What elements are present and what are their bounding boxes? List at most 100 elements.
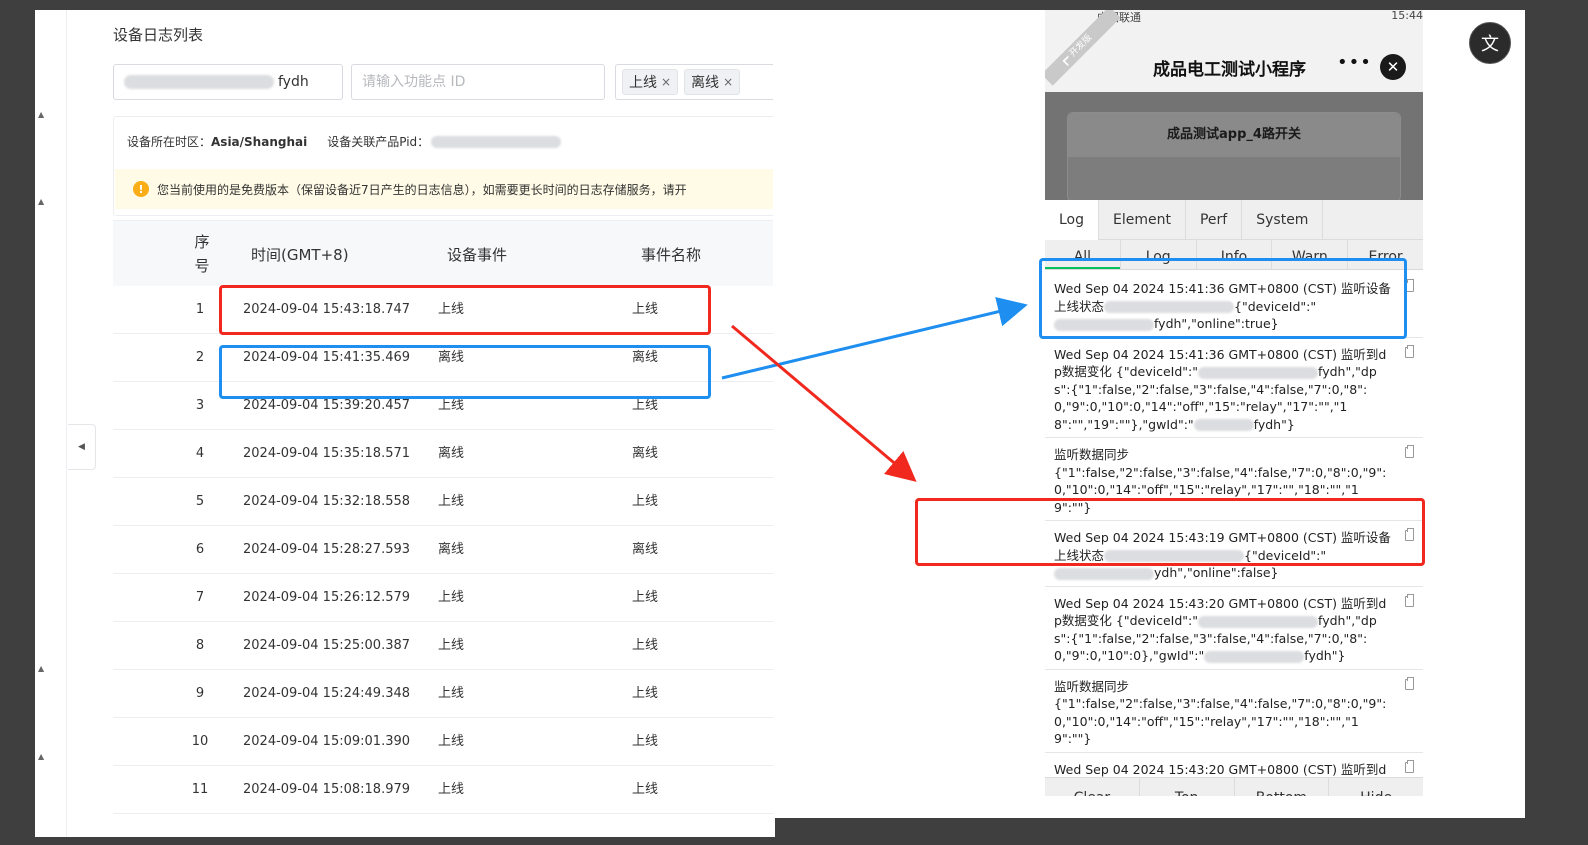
app-content-area: 成品测试app_4路开关 — [1045, 92, 1423, 202]
device-info-box: 设备所在时区： Asia/Shanghai 设备关联产品Pid： ! 您当前使用… — [113, 116, 775, 216]
warning-text: 您当前使用的是免费版本（保留设备近7日产生的日志信息），如需要更长时间的日志存储… — [157, 182, 687, 197]
log-text: fydh"} — [1304, 648, 1346, 663]
log-entry[interactable]: Wed Sep 04 2024 15:41:36 GMT+0800 (CST) … — [1045, 272, 1423, 338]
row-time: 2024-09-04 15:09:01.390 — [243, 734, 411, 749]
row-time: 2024-09-04 15:26:12.579 — [243, 590, 411, 605]
tab-system[interactable]: System — [1242, 200, 1324, 240]
log-text: {"1":false,"2":false,"3":false,"4":false… — [1054, 696, 1387, 746]
caret-up-icon[interactable]: ▲ — [38, 752, 44, 761]
redacted-id — [1193, 419, 1254, 431]
redacted-id — [1198, 615, 1319, 628]
status-time: 15:44 — [1391, 10, 1423, 22]
tab-log[interactable]: Log — [1045, 200, 1100, 240]
caret-up-icon[interactable]: ▲ — [38, 664, 44, 673]
copy-icon[interactable] — [1405, 279, 1414, 292]
filter-log[interactable]: Log — [1121, 240, 1197, 269]
filter-info[interactable]: Info — [1197, 240, 1273, 269]
row-index: 2 — [195, 350, 205, 365]
row-event: 上线 — [438, 782, 465, 797]
table-row[interactable]: 2 2024-09-04 15:41:35.469 离线 离线 — [113, 334, 775, 382]
dp-id-input[interactable] — [362, 74, 594, 90]
table-row[interactable]: 6 2024-09-04 15:28:27.593 离线 离线 — [113, 526, 775, 574]
caret-up-icon[interactable]: ▲ — [38, 197, 44, 206]
row-index: 7 — [195, 590, 205, 605]
event-type-select[interactable]: 上线 × 离线 × — [615, 64, 775, 100]
filter-error[interactable]: Error — [1348, 240, 1423, 269]
clear-button[interactable]: Clear — [1045, 778, 1140, 796]
copy-icon[interactable] — [1405, 528, 1414, 541]
hide-button[interactable]: Hide — [1329, 778, 1423, 796]
table-row[interactable]: 3 2024-09-04 15:39:20.457 上线 上线 — [113, 382, 775, 430]
device-id-input[interactable]: fydh — [113, 64, 343, 100]
log-entry[interactable]: Wed Sep 04 2024 15:43:20 GMT+0800 (CST) … — [1045, 587, 1423, 670]
table-header: 序号 时间(GMT+8) 设备事件 事件名称 — [113, 220, 775, 286]
redacted-id — [1104, 550, 1245, 562]
table-row[interactable]: 10 2024-09-04 15:09:01.390 上线 上线 — [113, 718, 775, 766]
row-time: 2024-09-04 15:43:18.747 — [243, 302, 411, 317]
log-text: {"deviceId":" — [1244, 547, 1327, 563]
log-entry[interactable]: 监听数据同步 {"1":false,"2":false,"3":false,"4"… — [1045, 438, 1423, 521]
table-row[interactable]: 1 2024-09-04 15:43:18.747 上线 上线 — [113, 286, 775, 334]
vconsole-footer: Clear Top Bottom Hide — [1045, 777, 1423, 796]
row-time: 2024-09-04 15:41:35.469 — [243, 350, 411, 365]
translate-icon[interactable]: 文 — [1469, 22, 1511, 64]
table-body: 1 2024-09-04 15:43:18.747 上线 上线 2 2024-09-04 … — [113, 286, 775, 814]
vconsole-log-list[interactable]: Wed Sep 04 2024 15:41:36 GMT+0800 (CST) … — [1045, 272, 1423, 777]
device-log-table: 序号 时间(GMT+8) 设备事件 事件名称 1 2024-09-04 15:43… — [113, 220, 775, 814]
dp-id-input-box[interactable] — [351, 64, 605, 100]
row-time: 2024-09-04 15:35:18.571 — [243, 446, 411, 461]
app-card-title: 成品测试app_4路开关 — [1068, 113, 1400, 157]
log-entry[interactable]: Wed Sep 04 2024 15:43:20 GMT+0800 (CST) … — [1045, 753, 1423, 778]
table-row[interactable]: 7 2024-09-04 15:26:12.579 上线 上线 — [113, 574, 775, 622]
redacted-id — [1104, 301, 1235, 313]
row-event: 上线 — [438, 398, 465, 413]
log-text: 监听数据同步 — [1054, 447, 1130, 462]
row-time: 2024-09-04 15:28:27.593 — [243, 542, 411, 557]
bottom-button[interactable]: Bottom — [1235, 778, 1330, 796]
log-text: fydh"} — [1253, 416, 1295, 432]
row-event: 上线 — [438, 590, 465, 605]
redacted-id — [1054, 567, 1154, 580]
back-arrow-icon[interactable]: ‹ — [1061, 46, 1071, 74]
log-entry[interactable]: 监听数据同步 {"1":false,"2":false,"3":false,"4"… — [1045, 670, 1423, 753]
log-entry[interactable]: Wed Sep 04 2024 15:41:36 GMT+0800 (CST) … — [1045, 338, 1423, 438]
filter-all[interactable]: All — [1045, 240, 1121, 269]
row-event: 离线 — [438, 542, 465, 557]
row-event-name: 上线 — [632, 782, 659, 797]
pid-label: 设备关联产品Pid： — [327, 135, 430, 149]
row-event-name: 上线 — [632, 494, 659, 509]
copy-icon[interactable] — [1405, 344, 1414, 358]
log-text: fydh","online":true} — [1154, 316, 1279, 331]
copy-icon[interactable] — [1405, 445, 1414, 458]
event-tag-online: 上线 × — [622, 69, 679, 95]
row-index: 11 — [191, 782, 209, 797]
mini-program-simulator: 中国联通 15:44 开发版 ‹ 成品电工测试小程序 ••• ✕ 成品测试app… — [1045, 10, 1423, 796]
close-icon[interactable]: ✕ — [1380, 54, 1406, 80]
filter-warn[interactable]: Warn — [1272, 240, 1349, 269]
caret-up-icon[interactable]: ▲ — [38, 110, 44, 119]
timezone-value: Asia/Shanghai — [211, 134, 308, 149]
column-header-index: 序号 — [194, 233, 210, 275]
top-button[interactable]: Top — [1140, 778, 1235, 796]
copy-icon[interactable] — [1405, 593, 1414, 607]
table-row[interactable]: 5 2024-09-04 15:32:18.558 上线 上线 — [113, 478, 775, 526]
table-row[interactable]: 8 2024-09-04 15:25:00.387 上线 上线 — [113, 622, 775, 670]
row-event: 上线 — [438, 302, 465, 317]
copy-icon[interactable] — [1405, 759, 1414, 773]
row-index: 8 — [195, 638, 205, 653]
copy-icon[interactable] — [1405, 676, 1414, 690]
row-event-name: 上线 — [632, 638, 659, 653]
app-card: 成品测试app_4路开关 — [1067, 112, 1401, 202]
close-icon[interactable]: × — [661, 75, 671, 89]
collapse-sidebar-button[interactable]: ◀ — [68, 424, 96, 470]
table-row[interactable]: 4 2024-09-04 15:35:18.571 离线 离线 — [113, 430, 775, 478]
row-index: 9 — [195, 686, 205, 701]
table-row[interactable]: 9 2024-09-04 15:24:49.348 上线 上线 — [113, 670, 775, 718]
table-row[interactable]: 11 2024-09-04 15:08:18.979 上线 上线 — [113, 766, 775, 814]
log-text: ydh","online":false} — [1154, 565, 1279, 580]
close-icon[interactable]: × — [723, 75, 733, 89]
log-entry[interactable]: Wed Sep 04 2024 15:43:19 GMT+0800 (CST) … — [1045, 521, 1423, 587]
more-icon[interactable]: ••• — [1337, 52, 1372, 73]
tab-perf[interactable]: Perf — [1186, 200, 1243, 240]
tab-element[interactable]: Element — [1099, 200, 1186, 240]
